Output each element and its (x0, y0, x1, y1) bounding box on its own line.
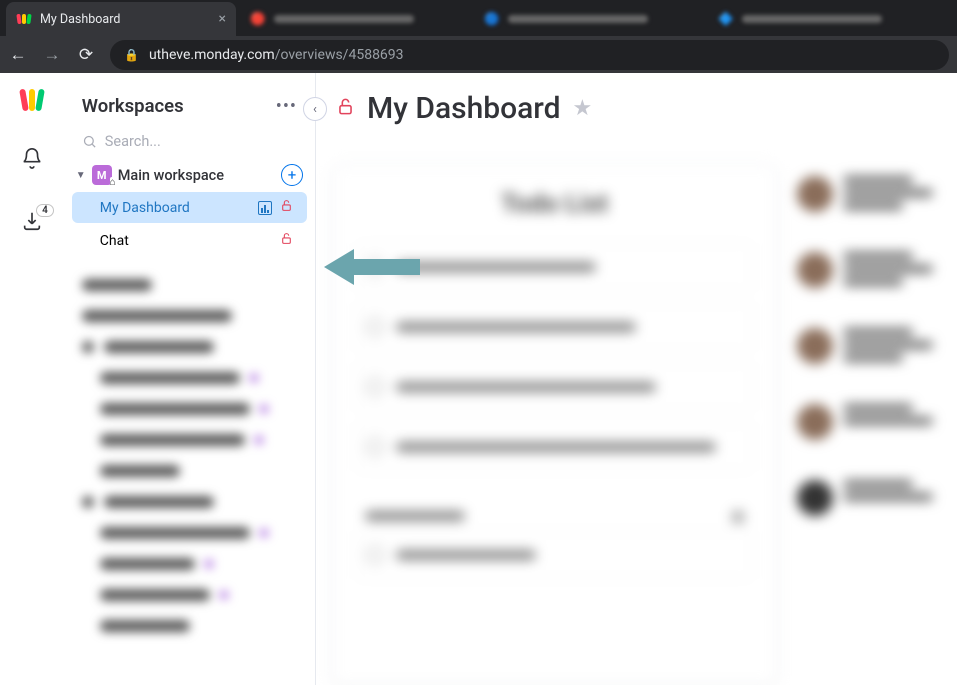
search-icon (82, 134, 97, 149)
inbox-icon[interactable]: 4 (21, 210, 43, 237)
monday-favicon (16, 11, 32, 27)
sidebar-item-my-dashboard[interactable]: My Dashboard (72, 192, 307, 223)
url-domain: utheve.monday.com (149, 47, 275, 63)
people-widget (797, 164, 957, 685)
chevron-down-icon[interactable]: ▼ (76, 170, 86, 181)
browser-tab-active[interactable]: My Dashboard × (6, 2, 236, 36)
browser-tab-bg[interactable]: 🔵 (474, 2, 704, 36)
lock-icon: 🔒 (124, 48, 139, 62)
workspace-name: Main workspace (118, 167, 275, 184)
lock-icon (336, 97, 355, 121)
url-path: /overviews/4588693 (275, 47, 404, 63)
page-header: My Dashboard ★ (316, 73, 957, 144)
tab-title: My Dashboard (40, 12, 120, 27)
main-content: My Dashboard ★ Todo List (316, 73, 957, 685)
lock-icon (280, 199, 293, 216)
browser-toolbar: ← → ⟳ 🔒 utheve.monday.com/overviews/4588… (0, 36, 957, 73)
workspace-row[interactable]: ▼ M ⌂ Main workspace + (64, 160, 315, 190)
sidebar-title: Workspaces (82, 95, 184, 117)
tab-strip: My Dashboard × 🔴 🔵 🔷 (0, 0, 957, 36)
notifications-icon[interactable] (21, 147, 43, 174)
reload-button[interactable]: ⟳ (76, 45, 96, 65)
sidebar: ‹ Workspaces ••• Search... ▼ M ⌂ Main wo… (64, 73, 316, 685)
sidebar-item-label: Chat (100, 233, 272, 249)
dashboard-icon (258, 201, 272, 215)
browser-chrome: My Dashboard × 🔴 🔵 🔷 ← → ⟳ 🔒 utheve.mond… (0, 0, 957, 73)
workspace-avatar: M ⌂ (92, 165, 112, 185)
monday-logo[interactable] (21, 89, 43, 111)
address-bar[interactable]: 🔒 utheve.monday.com/overviews/4588693 (110, 40, 949, 70)
back-button[interactable]: ← (8, 45, 28, 65)
sidebar-item-label: My Dashboard (100, 200, 250, 216)
lock-icon (280, 232, 293, 249)
sidebar-item-chat[interactable]: Chat (72, 225, 307, 256)
todo-widget: Todo List (332, 164, 777, 685)
todo-title: Todo List (357, 189, 752, 219)
favorite-star-icon[interactable]: ★ (573, 96, 593, 121)
sidebar-search[interactable]: Search... (64, 127, 315, 160)
forward-button[interactable]: → (42, 45, 62, 65)
close-tab-icon[interactable]: × (219, 11, 226, 27)
add-board-button[interactable]: + (281, 164, 303, 186)
home-icon: ⌂ (110, 177, 116, 188)
dashboard-content-blurred: Todo List (316, 144, 957, 685)
search-placeholder: Search... (105, 133, 161, 150)
sidebar-blurred-section (64, 258, 315, 640)
left-rail: 4 (0, 73, 64, 685)
page-title: My Dashboard (367, 91, 561, 126)
inbox-badge: 4 (36, 204, 54, 217)
collapse-sidebar-button[interactable]: ‹ (303, 97, 327, 121)
browser-tab-bg[interactable]: 🔴 (240, 2, 470, 36)
sidebar-menu-icon[interactable]: ••• (276, 96, 297, 117)
browser-tab-bg[interactable]: 🔷 (708, 2, 938, 36)
